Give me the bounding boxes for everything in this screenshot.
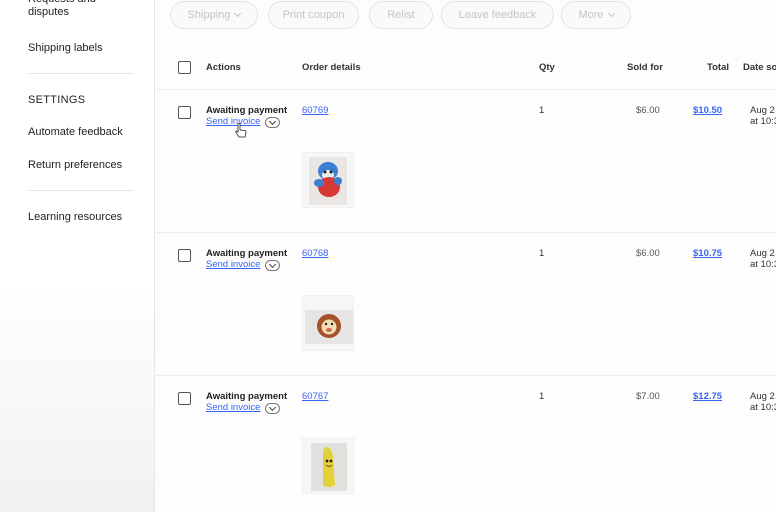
header-date-sold[interactable]: Date so xyxy=(743,62,776,73)
sold-for-value: $6.00 xyxy=(636,105,660,116)
banana-toy-image xyxy=(311,443,347,491)
leave-feedback-label: Leave feedback xyxy=(458,9,537,21)
actions-dropdown-button[interactable] xyxy=(265,403,280,414)
sidebar-nav: Requests and disputes Shipping labels SE… xyxy=(0,0,155,512)
quantity-value: 1 xyxy=(539,248,545,259)
order-status: Awaiting payment xyxy=(206,248,288,259)
shipping-button[interactable]: Shipping xyxy=(170,1,258,29)
table-row: Awaiting payment Send invoice 60768 1 $6… xyxy=(156,233,776,376)
sidebar-divider xyxy=(28,73,134,74)
order-number-link[interactable]: 60769 xyxy=(302,105,328,116)
date-sold-value: Aug 2at 10:3 xyxy=(750,105,776,127)
sidebar-divider xyxy=(28,190,134,191)
more-label: More xyxy=(578,9,604,21)
relist-button[interactable]: Relist xyxy=(369,1,433,29)
sidebar-item-shipping-labels[interactable]: Shipping labels xyxy=(28,42,103,55)
sold-for-value: $6.00 xyxy=(636,248,660,259)
sold-for-value: $7.00 xyxy=(636,391,660,402)
sidebar-item-return-preferences[interactable]: Return preferences xyxy=(28,159,122,172)
table-row: Awaiting payment Send invoice 60769 1 $6… xyxy=(156,90,776,233)
header-actions: Actions xyxy=(206,62,241,73)
send-invoice-link[interactable]: Send invoice xyxy=(206,116,260,127)
date-line: Aug 2 xyxy=(750,248,775,259)
more-button[interactable]: More xyxy=(561,1,631,29)
date-sold-value: Aug 2at 10:3 xyxy=(750,391,776,413)
item-thumbnail[interactable] xyxy=(302,295,354,351)
sidebar-item-automate-feedback[interactable]: Automate feedback xyxy=(28,126,123,139)
header-total[interactable]: Total xyxy=(707,62,729,73)
time-line: at 10:3 xyxy=(750,116,776,127)
lion-toy-image xyxy=(305,310,353,344)
chevron-down-icon xyxy=(607,9,615,18)
row-checkbox[interactable] xyxy=(178,106,191,119)
orders-table: Actions Order details Qty Sold for Total… xyxy=(156,42,776,512)
item-thumbnail[interactable] xyxy=(302,152,354,208)
time-line: at 10:3 xyxy=(750,402,776,413)
plush-toy-image xyxy=(309,157,347,205)
print-coupon-label: Print coupon xyxy=(282,9,345,21)
time-line: at 10:3 xyxy=(750,259,776,270)
shipping-button-label: Shipping xyxy=(187,9,231,21)
print-coupon-button[interactable]: Print coupon xyxy=(268,1,359,29)
date-sold-value: Aug 2at 10:3 xyxy=(750,248,776,270)
order-status: Awaiting payment xyxy=(206,105,288,116)
hand-cursor-icon xyxy=(235,123,247,138)
date-line: Aug 2 xyxy=(750,391,775,402)
select-all-checkbox[interactable] xyxy=(178,61,191,74)
header-sold-for[interactable]: Sold for xyxy=(627,62,663,73)
order-status: Awaiting payment xyxy=(206,391,288,402)
sidebar-item-requests-disputes[interactable]: Requests and disputes xyxy=(28,0,138,19)
quantity-value: 1 xyxy=(539,391,545,402)
total-link[interactable]: $10.50 xyxy=(693,105,722,116)
order-number-link[interactable]: 60768 xyxy=(302,248,328,259)
leave-feedback-button[interactable]: Leave feedback xyxy=(441,1,554,29)
actions-dropdown-button[interactable] xyxy=(265,117,280,128)
chevron-down-icon xyxy=(234,9,242,18)
table-row: Awaiting payment Send invoice 60767 1 $7… xyxy=(156,376,776,512)
actions-dropdown-button[interactable] xyxy=(265,260,280,271)
row-checkbox[interactable] xyxy=(178,249,191,262)
total-link[interactable]: $12.75 xyxy=(693,391,722,402)
row-checkbox[interactable] xyxy=(178,392,191,405)
header-order-details: Order details xyxy=(302,62,361,73)
send-invoice-link[interactable]: Send invoice xyxy=(206,259,260,270)
header-qty: Qty xyxy=(539,62,555,73)
relist-label: Relist xyxy=(387,9,415,21)
sidebar-heading-settings: SETTINGS xyxy=(28,94,86,106)
date-line: Aug 2 xyxy=(750,105,775,116)
item-thumbnail[interactable] xyxy=(302,438,354,494)
send-invoice-link[interactable]: Send invoice xyxy=(206,402,260,413)
table-header: Actions Order details Qty Sold for Total… xyxy=(156,42,776,90)
total-link[interactable]: $10.75 xyxy=(693,248,722,259)
sidebar-item-learning-resources[interactable]: Learning resources xyxy=(28,211,122,224)
quantity-value: 1 xyxy=(539,105,545,116)
order-number-link[interactable]: 60767 xyxy=(302,391,328,402)
